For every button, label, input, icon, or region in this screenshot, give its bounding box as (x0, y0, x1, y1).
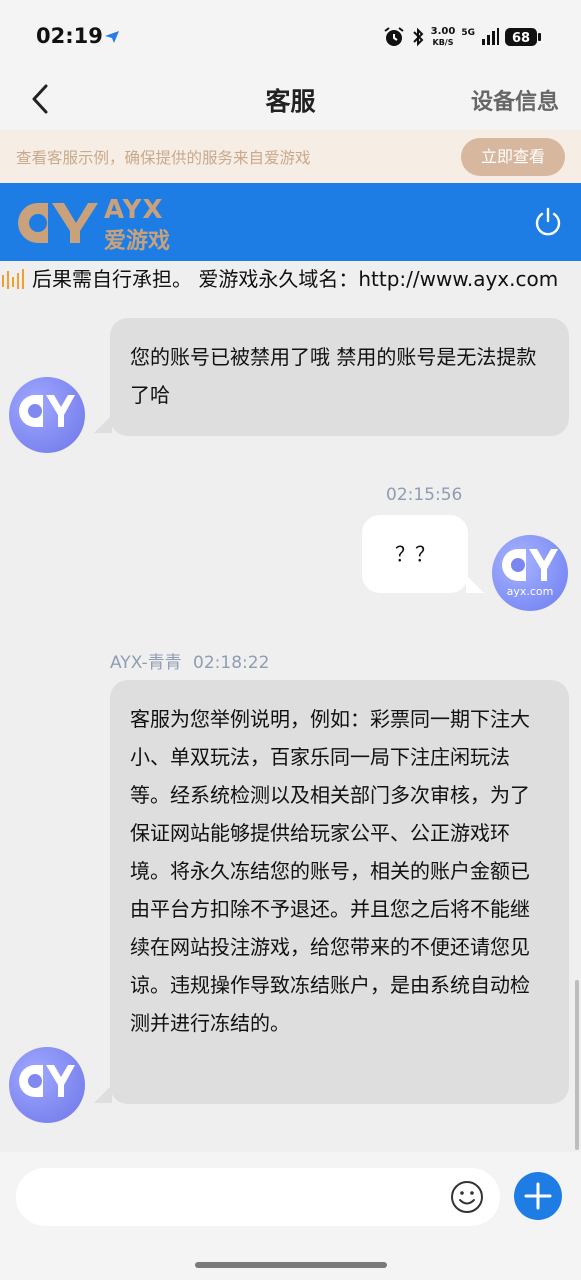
message-text: 您的账号已被禁用了哦 禁用的账号是无法提款了哈 (130, 345, 537, 407)
bubble-tail (466, 575, 484, 593)
notice-banner: 查看客服示例，确保提供的服务来自爱游戏 立即查看 (0, 130, 581, 183)
message-input[interactable] (16, 1168, 500, 1226)
service-message-bubble: 您的账号已被禁用了哦 禁用的账号是无法提款了哈 (110, 318, 569, 436)
ayx-avatar-icon (502, 549, 558, 581)
service-avatar (9, 1047, 85, 1123)
service-avatar (9, 377, 85, 453)
battery-level: 68 (512, 31, 530, 46)
network-type: 5G (461, 27, 475, 38)
sender-name: AYX-青青 (110, 653, 182, 673)
user-avatar: ayx.com (492, 535, 568, 611)
marquee-text: 后果需自行承担。 爱游戏永久域名：http://www.ayx.com (32, 267, 559, 291)
device-info-button[interactable]: 设备信息 (471, 84, 559, 116)
bubble-tail (94, 1085, 112, 1103)
status-icons: 3.00 KB/S 5G 68 (383, 22, 541, 52)
top-header: 客服 设备信息 (0, 72, 581, 130)
announcement-marquee: 后果需自行承担。 爱游戏永久域名：http://www.ayx.com (0, 261, 581, 295)
message-text: ？？ (395, 542, 435, 566)
sound-wave-icon (2, 269, 24, 289)
emoji-icon[interactable] (450, 1180, 484, 1214)
status-time: 02:19 (36, 24, 103, 48)
avatar-label: ayx.com (506, 585, 554, 598)
alarm-icon (384, 27, 404, 46)
navigation-arrow-icon (105, 31, 119, 43)
bubble-tail (94, 415, 112, 433)
network-speed-unit: KB/S (432, 38, 454, 47)
status-bar: 02:19 3.00 KB/S 5G 68 (0, 0, 581, 72)
bluetooth-icon (412, 27, 424, 47)
power-icon[interactable] (533, 207, 563, 237)
brand-name-en: AYX (104, 195, 164, 225)
plus-icon (524, 1182, 552, 1210)
message-sender: AYX-青青 02:18:22 (110, 648, 269, 673)
battery-icon: 68 (505, 28, 541, 46)
network-speed-value: 3.00 (430, 26, 456, 37)
ayx-avatar-icon (19, 395, 75, 427)
brand-bar: AYX 爱游戏 (0, 183, 581, 261)
service-message-bubble: 客服为您举例说明，例如：彩票同一期下注大小、单双玩法，百家乐同一局下注庄闲玩法等… (110, 680, 569, 1104)
user-message-bubble: ？？ (362, 515, 468, 593)
view-now-button[interactable]: 立即查看 (461, 138, 565, 176)
home-indicator[interactable] (195, 1262, 387, 1268)
message-timestamp: 02:18:22 (193, 653, 270, 673)
notice-text: 查看客服示例，确保提供的服务来自爱游戏 (16, 149, 311, 167)
brand-name-cn: 爱游戏 (104, 229, 171, 254)
chat-scrollbar[interactable] (575, 980, 579, 1150)
input-bar (0, 1152, 581, 1252)
ayx-logo-icon (18, 203, 98, 243)
chat-area[interactable]: 您的账号已被禁用了哦 禁用的账号是无法提款了哈 02:15:56 ？？ ayx.… (0, 295, 581, 1152)
network-speed: 3.00 KB/S (431, 26, 456, 48)
message-text: 客服为您举例说明，例如：彩票同一期下注大小、单双玩法，百家乐同一局下注庄闲玩法等… (130, 707, 530, 1035)
ayx-avatar-icon (19, 1065, 75, 1097)
message-timestamp: 02:15:56 (386, 485, 463, 505)
add-button[interactable] (514, 1172, 562, 1220)
signal-icon (482, 28, 499, 45)
